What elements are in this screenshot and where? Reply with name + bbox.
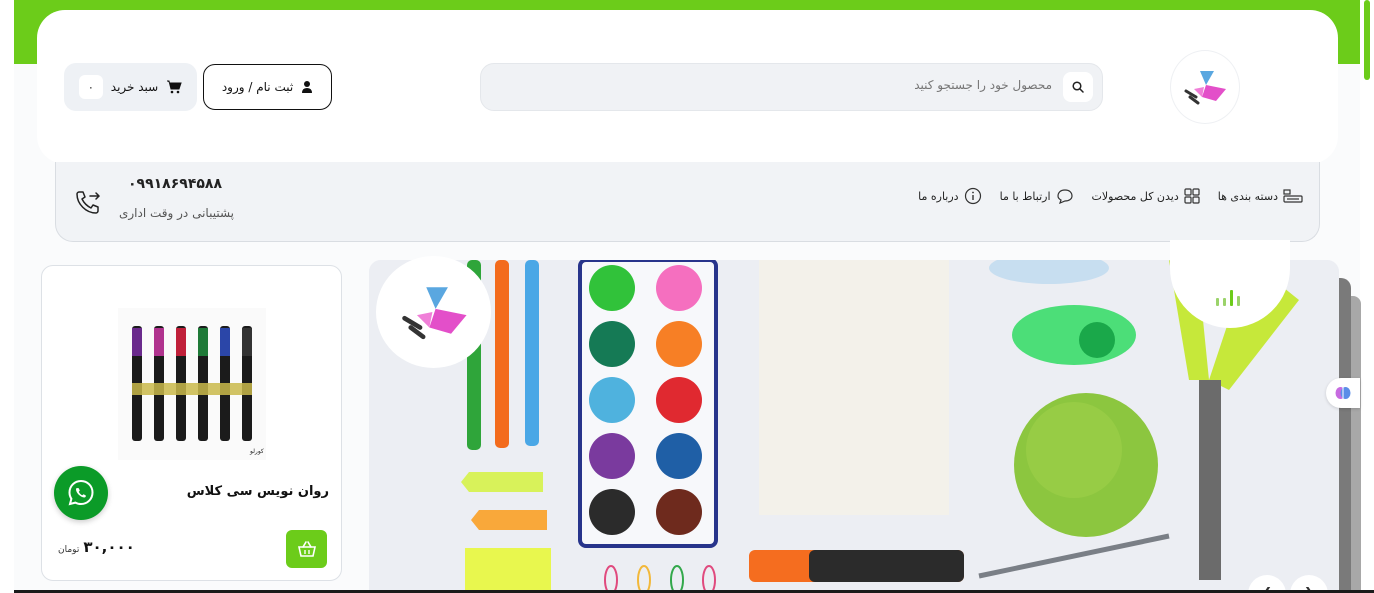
nav-item-label: درباره ما: [918, 189, 959, 203]
nav-item-categories[interactable]: دسته بندی ها: [1218, 187, 1303, 205]
loader-bars: [1216, 290, 1240, 306]
cart-icon: [167, 80, 182, 94]
nav-item-about[interactable]: درباره ما: [918, 187, 981, 205]
search-box[interactable]: [480, 63, 1103, 111]
categories-icon: [1283, 189, 1303, 203]
logo-bird-icon: [401, 287, 467, 340]
search-button[interactable]: [1063, 72, 1093, 102]
nav-item-label: دسته بندی ها: [1217, 189, 1278, 203]
pens-illustration: [132, 326, 252, 441]
nav-item-label: دیدن کل محصولات: [1091, 189, 1179, 203]
price-currency: تومان: [58, 545, 80, 555]
brain-icon: [1335, 387, 1351, 399]
product-card[interactable]: کورلو روان نویس سی کلاس ۳۰,۰۰۰ تومان: [41, 265, 342, 581]
whatsapp-icon: [68, 479, 94, 506]
side-widget[interactable]: [1326, 378, 1360, 408]
add-to-cart-button[interactable]: [286, 530, 327, 568]
banner-shadow: [1351, 296, 1361, 593]
product-name[interactable]: روان نویس سی کلاس: [187, 484, 329, 499]
login-register-button[interactable]: ثبت نام / ورود: [203, 64, 332, 110]
support-phone[interactable]: ۰۹۹۱۸۶۹۴۵۸۸: [128, 176, 222, 192]
support-hours: پشتیبانی در وقت اداری: [118, 206, 234, 220]
cart-label: سبد خرید: [110, 80, 159, 94]
info-icon: [964, 187, 981, 205]
search-input[interactable]: [652, 78, 1052, 92]
banner-shadow: [1339, 278, 1351, 593]
product-price: ۳۰,۰۰۰ تومان: [58, 538, 135, 556]
grid-icon: [1184, 188, 1200, 204]
product-image[interactable]: کورلو: [118, 308, 266, 460]
nav-item-contact[interactable]: ارتباط با ما: [1000, 187, 1074, 205]
cart-button[interactable]: سبد خرید ۰: [64, 63, 197, 111]
site-logo[interactable]: [1170, 50, 1240, 124]
login-label: ثبت نام / ورود: [221, 80, 294, 94]
nav-menu: دسته بندی ها دیدن کل محصولات ارتباط با م…: [918, 187, 1303, 205]
user-icon: [302, 81, 313, 93]
nav-item-label: ارتباط با ما: [999, 189, 1051, 203]
chat-icon: [1056, 189, 1073, 204]
banner-logo: [376, 256, 491, 368]
whatsapp-button[interactable]: [54, 466, 108, 520]
phone-icon: [76, 191, 101, 214]
search-icon: [1072, 81, 1084, 93]
nav-bar: دسته بندی ها دیدن کل محصولات ارتباط با م…: [55, 162, 1320, 242]
basket-icon: [297, 541, 316, 557]
logo-bird-icon: [1184, 71, 1226, 105]
scrollbar-thumb[interactable]: [1364, 0, 1370, 80]
cart-count-badge: ۰: [78, 75, 103, 99]
scrollbar-track[interactable]: [1360, 0, 1374, 593]
nav-item-all-products[interactable]: دیدن کل محصولات: [1092, 187, 1200, 205]
price-value: ۳۰,۰۰۰: [83, 538, 135, 556]
brand-mark: کورلو: [250, 448, 264, 455]
